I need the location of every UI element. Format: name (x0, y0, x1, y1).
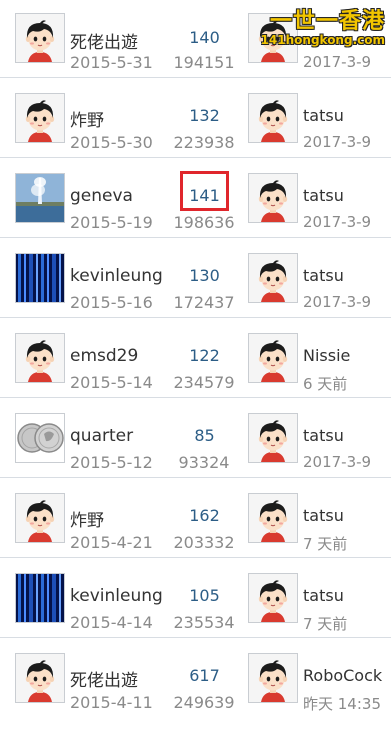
thread-row[interactable]: kevinleung 2015-5-16 130 172437 tatsu 20… (0, 237, 391, 317)
last-post-date[interactable]: 2017-3-9 (303, 53, 371, 71)
reply-count[interactable]: 85 (172, 426, 237, 445)
last-post-date[interactable]: 2017-3-9 (303, 453, 371, 471)
thread-author[interactable]: quarter (70, 426, 133, 446)
coins-photo-icon[interactable] (15, 413, 65, 463)
watermark-site: 141hongkong.com (260, 33, 385, 47)
last-post-date[interactable]: 2017-3-9 (303, 293, 371, 311)
last-post-date[interactable]: 昨天 14:35 (303, 693, 381, 714)
thread-author[interactable]: 死佬出遊 (70, 666, 138, 691)
last-poster[interactable]: tatsu (303, 506, 344, 525)
thread-author[interactable]: 炸野 (70, 106, 104, 131)
fountain-photo-icon[interactable] (15, 173, 65, 223)
last-post-date[interactable]: 6 天前 (303, 373, 347, 394)
reply-count[interactable]: 617 (172, 666, 237, 685)
view-count: 234579 (173, 373, 235, 392)
boy-avatar-icon[interactable] (248, 333, 298, 383)
thread-date: 2015-5-31 (70, 53, 153, 72)
boy-avatar-icon[interactable] (15, 333, 65, 383)
view-count: 249639 (173, 693, 235, 712)
thread-date: 2015-5-19 (70, 213, 153, 232)
thread-author[interactable]: 死佬出遊 (70, 28, 138, 53)
site-watermark: 一世一香港 141hongkong.com (261, 3, 385, 47)
thread-row[interactable]: 炸野 2015-5-30 132 223938 tatsu 2017-3-9 (0, 77, 391, 157)
view-count: 203332 (173, 533, 235, 552)
last-poster[interactable]: Nissie (303, 346, 350, 365)
reply-count[interactable]: 162 (172, 506, 237, 525)
thread-row[interactable]: quarter 2015-5-12 85 93324 tatsu 2017-3-… (0, 397, 391, 477)
thread-date: 2015-4-11 (70, 693, 153, 712)
thread-date: 2015-5-16 (70, 293, 153, 312)
last-post-date[interactable]: 2017-3-9 (303, 213, 371, 231)
thread-row[interactable]: emsd29 2015-5-14 122 234579 Nissie 6 天前 (0, 317, 391, 397)
last-poster[interactable]: tatsu (303, 186, 344, 205)
thread-date: 2015-5-12 (70, 453, 153, 472)
blue-stripes-icon[interactable] (15, 573, 65, 623)
thread-date: 2015-4-21 (70, 533, 153, 552)
boy-avatar-icon[interactable] (248, 93, 298, 143)
reply-count[interactable]: 140 (172, 28, 237, 47)
thread-author[interactable]: kevinleung (70, 266, 163, 286)
last-post-date[interactable]: 2017-3-9 (303, 133, 371, 151)
thread-date: 2015-4-14 (70, 613, 153, 632)
reply-count[interactable]: 105 (172, 586, 237, 605)
view-count: 93324 (178, 453, 230, 472)
boy-avatar-icon[interactable] (15, 493, 65, 543)
watermark-title: 一世一香港 (269, 9, 385, 34)
last-poster[interactable]: tatsu (303, 586, 344, 605)
view-count: 223938 (173, 133, 235, 152)
thread-row[interactable]: kevinleung 2015-4-14 105 235534 tatsu 7 … (0, 557, 391, 637)
thread-author[interactable]: kevinleung (70, 586, 163, 606)
boy-avatar-icon[interactable] (248, 413, 298, 463)
view-count: 172437 (173, 293, 235, 312)
thread-date: 2015-5-30 (70, 133, 153, 152)
thread-author[interactable]: 炸野 (70, 506, 104, 531)
view-count: 194151 (173, 53, 235, 72)
boy-avatar-icon[interactable] (15, 13, 65, 63)
last-post-date[interactable]: 7 天前 (303, 613, 347, 634)
thread-author[interactable]: geneva (70, 186, 133, 206)
last-poster[interactable]: tatsu (303, 106, 344, 125)
boy-avatar-icon[interactable] (248, 253, 298, 303)
boy-avatar-icon[interactable] (248, 573, 298, 623)
boy-avatar-icon[interactable] (15, 653, 65, 703)
thread-row[interactable]: 死佬出遊 2015-4-11 617 249639 RoboCock 昨天 14… (0, 637, 391, 717)
reply-count[interactable]: 132 (172, 106, 237, 125)
view-count: 198636 (173, 213, 235, 232)
highlight-box (180, 171, 229, 211)
last-poster[interactable]: tatsu (303, 266, 344, 285)
boy-avatar-icon[interactable] (248, 493, 298, 543)
reply-count[interactable]: 122 (172, 346, 237, 365)
thread-date: 2015-5-14 (70, 373, 153, 392)
boy-avatar-icon[interactable] (248, 653, 298, 703)
boy-avatar-icon[interactable] (15, 93, 65, 143)
view-count: 235534 (173, 613, 235, 632)
thread-author[interactable]: emsd29 (70, 346, 138, 366)
last-post-date[interactable]: 7 天前 (303, 533, 347, 554)
last-poster[interactable]: RoboCock (303, 666, 382, 685)
reply-count[interactable]: 130 (172, 266, 237, 285)
boy-avatar-icon[interactable] (248, 173, 298, 223)
last-poster[interactable]: tatsu (303, 426, 344, 445)
thread-list: 死佬出遊 2015-5-31 140 194151 2017-3-9 炸野 20… (0, 0, 391, 717)
thread-row[interactable]: 炸野 2015-4-21 162 203332 tatsu 7 天前 (0, 477, 391, 557)
blue-stripes-icon[interactable] (15, 253, 65, 303)
